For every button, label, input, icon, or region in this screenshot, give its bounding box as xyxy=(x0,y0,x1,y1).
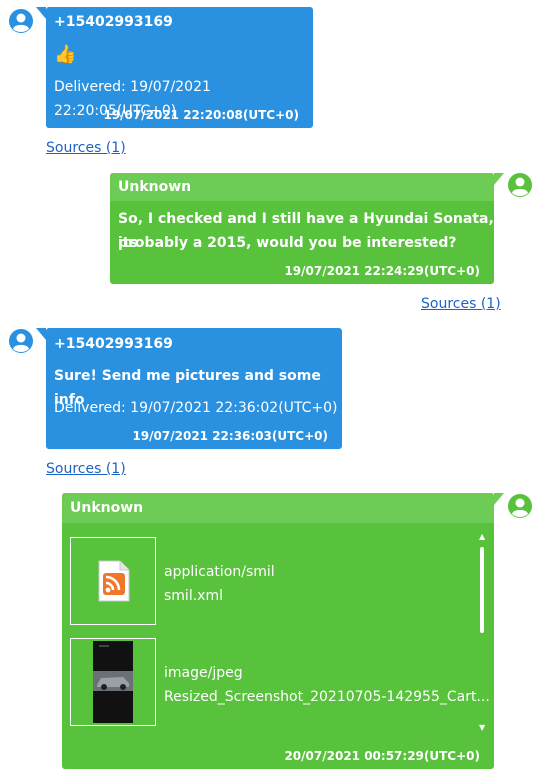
message-timestamp: 19/07/2021 22:24:29(UTC+0) xyxy=(284,264,480,278)
contact-avatar-icon xyxy=(9,329,33,353)
message-timestamp: 19/07/2021 22:36:03(UTC+0) xyxy=(132,429,328,443)
screenshot-thumbnail xyxy=(93,641,133,723)
delivered-status: Delivered: 19/07/2021 22:36:02(UTC+0) xyxy=(54,400,338,416)
rss-file-icon xyxy=(98,560,130,602)
message-bubble-outgoing: Unknown application/smil smil.xml image/… xyxy=(62,493,504,769)
message-body-line: probably a 2015, would you be interested… xyxy=(118,235,457,251)
attachment-thumbnail[interactable] xyxy=(70,638,156,726)
scroll-up-arrow-icon[interactable]: ▲ xyxy=(479,532,485,542)
attachment-filename: Resized_Screenshot_20210705-142955_Cart.… xyxy=(164,689,490,705)
sender-name: +15402993169 xyxy=(54,14,173,30)
message-timestamp: 19/07/2021 22:20:08(UTC+0) xyxy=(103,108,299,122)
message-timestamp: 20/07/2021 00:57:29(UTC+0) xyxy=(284,749,480,763)
sources-link[interactable]: Sources (1) xyxy=(46,140,126,156)
message-bubble-incoming: +15402993169 👍 Delivered: 19/07/2021 22:… xyxy=(36,7,313,128)
attachment-type: image/jpeg xyxy=(164,665,243,681)
sender-name: +15402993169 xyxy=(54,336,173,352)
sender-name: Unknown xyxy=(118,179,192,195)
attachment-thumbnail[interactable] xyxy=(70,537,156,625)
message-body: 👍 xyxy=(54,44,77,65)
sender-name: Unknown xyxy=(70,500,144,516)
message-bubble-outgoing: Unknown So, I checked and I still have a… xyxy=(110,173,504,284)
scrollbar-thumb[interactable] xyxy=(480,547,484,633)
sources-link[interactable]: Sources (1) xyxy=(46,461,126,477)
message-bubble-incoming: +15402993169 Sure! Send me pictures and … xyxy=(36,328,342,449)
attachment-filename: smil.xml xyxy=(164,588,223,604)
contact-avatar-icon xyxy=(9,9,33,33)
attachment-type: application/smil xyxy=(164,564,275,580)
sources-link[interactable]: Sources (1) xyxy=(421,296,501,312)
scroll-down-arrow-icon[interactable]: ▼ xyxy=(479,723,485,733)
user-avatar-icon xyxy=(508,173,532,197)
user-avatar-icon xyxy=(508,494,532,518)
